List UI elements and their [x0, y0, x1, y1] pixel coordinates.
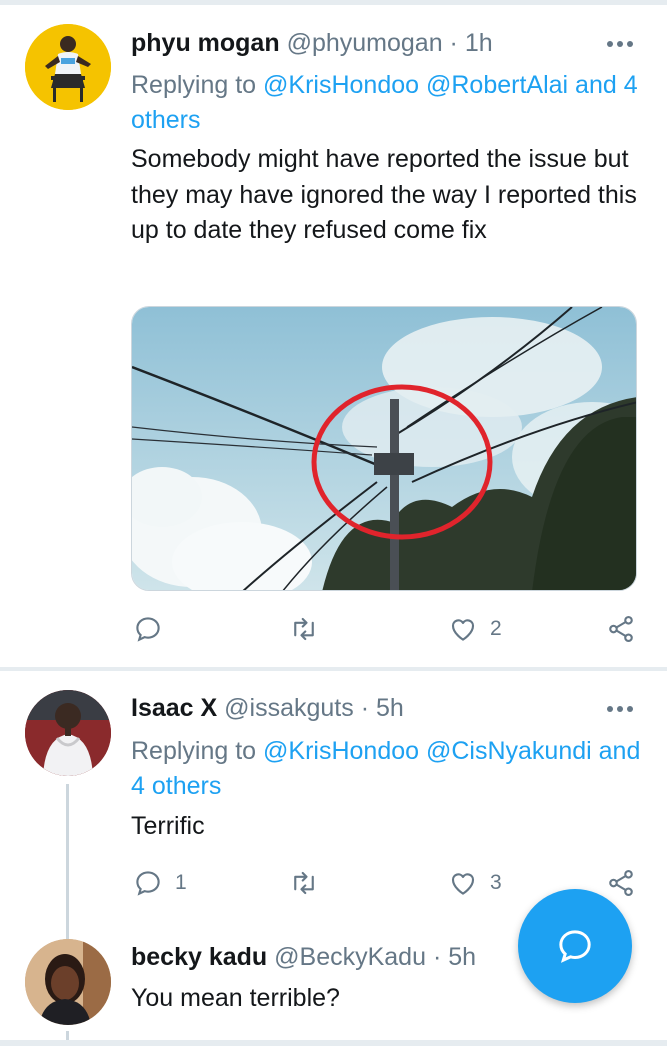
tweet-text: Somebody might have reported the issue b…: [131, 145, 637, 244]
reply-count: 1: [175, 871, 187, 894]
retweet-button[interactable]: [288, 868, 332, 898]
compose-reply-icon: [559, 930, 591, 963]
display-name[interactable]: Isaac X: [131, 694, 217, 722]
heart-icon: [451, 873, 475, 895]
replying-prefix: Replying to: [131, 737, 257, 765]
reply-button[interactable]: [133, 614, 175, 644]
display-name[interactable]: phyu mogan: [131, 29, 280, 57]
tweet-phyu-mogan[interactable]: phyu mogan @phyumogan · 1h Replying to @…: [0, 0, 667, 667]
more-options-icon[interactable]: [607, 704, 637, 714]
tweet-photo[interactable]: [131, 306, 637, 591]
share-button[interactable]: [606, 614, 636, 644]
display-name[interactable]: becky kadu: [131, 943, 267, 971]
replying-to: Replying to @KrisHondoo @CisNyakundi and…: [131, 734, 641, 804]
more-options-icon[interactable]: [607, 39, 637, 49]
replying-users[interactable]: @KrisHondoo @CisNyakundi: [263, 737, 592, 765]
retweet-icon: [294, 871, 314, 895]
share-button[interactable]: [606, 868, 636, 898]
timestamp[interactable]: 5h: [448, 943, 476, 971]
thread-line: [66, 784, 69, 939]
reply-icon: [136, 871, 160, 896]
thread-line: [66, 1031, 69, 1040]
handle[interactable]: @BeckyKadu: [274, 943, 426, 971]
replying-users[interactable]: @KrisHondoo @RobertAlai: [263, 71, 568, 99]
tweet-text: Terrific: [131, 812, 205, 840]
bottom-divider: [0, 1040, 667, 1046]
heart-icon: [451, 619, 475, 641]
share-icon: [609, 869, 633, 897]
replying-prefix: Replying to: [131, 71, 257, 99]
share-icon: [609, 615, 633, 643]
replying-others[interactable]: 4 others: [131, 772, 221, 800]
like-count: 3: [490, 871, 502, 894]
handle[interactable]: @issakguts: [224, 694, 354, 722]
replying-to: Replying to @KrisHondoo @RobertAlai and …: [131, 68, 641, 138]
tweet-header: becky kadu @BeckyKadu · 5h: [131, 942, 476, 972]
tweet-header: Isaac X @issakguts · 5h: [131, 693, 404, 723]
retweet-button[interactable]: [288, 614, 332, 644]
avatar[interactable]: [25, 24, 111, 110]
separator: ·: [360, 694, 370, 722]
tweet-header: phyu mogan @phyumogan · 1h: [131, 28, 493, 58]
timestamp[interactable]: 5h: [376, 694, 404, 722]
like-count: 2: [490, 617, 502, 640]
separator: ·: [449, 29, 458, 57]
reply-button[interactable]: 1: [133, 868, 187, 898]
handle[interactable]: @phyumogan: [287, 29, 443, 57]
timestamp[interactable]: 1h: [465, 29, 493, 57]
compose-reply-button[interactable]: [518, 889, 632, 1003]
avatar[interactable]: [25, 939, 111, 1025]
like-button[interactable]: 3: [448, 868, 502, 898]
like-button[interactable]: 2: [448, 614, 502, 644]
reply-icon: [136, 617, 160, 642]
retweet-icon: [294, 617, 314, 641]
replying-and: and: [575, 71, 617, 99]
replying-and: and: [598, 737, 641, 765]
separator: ·: [432, 943, 442, 971]
avatar[interactable]: [25, 690, 111, 776]
